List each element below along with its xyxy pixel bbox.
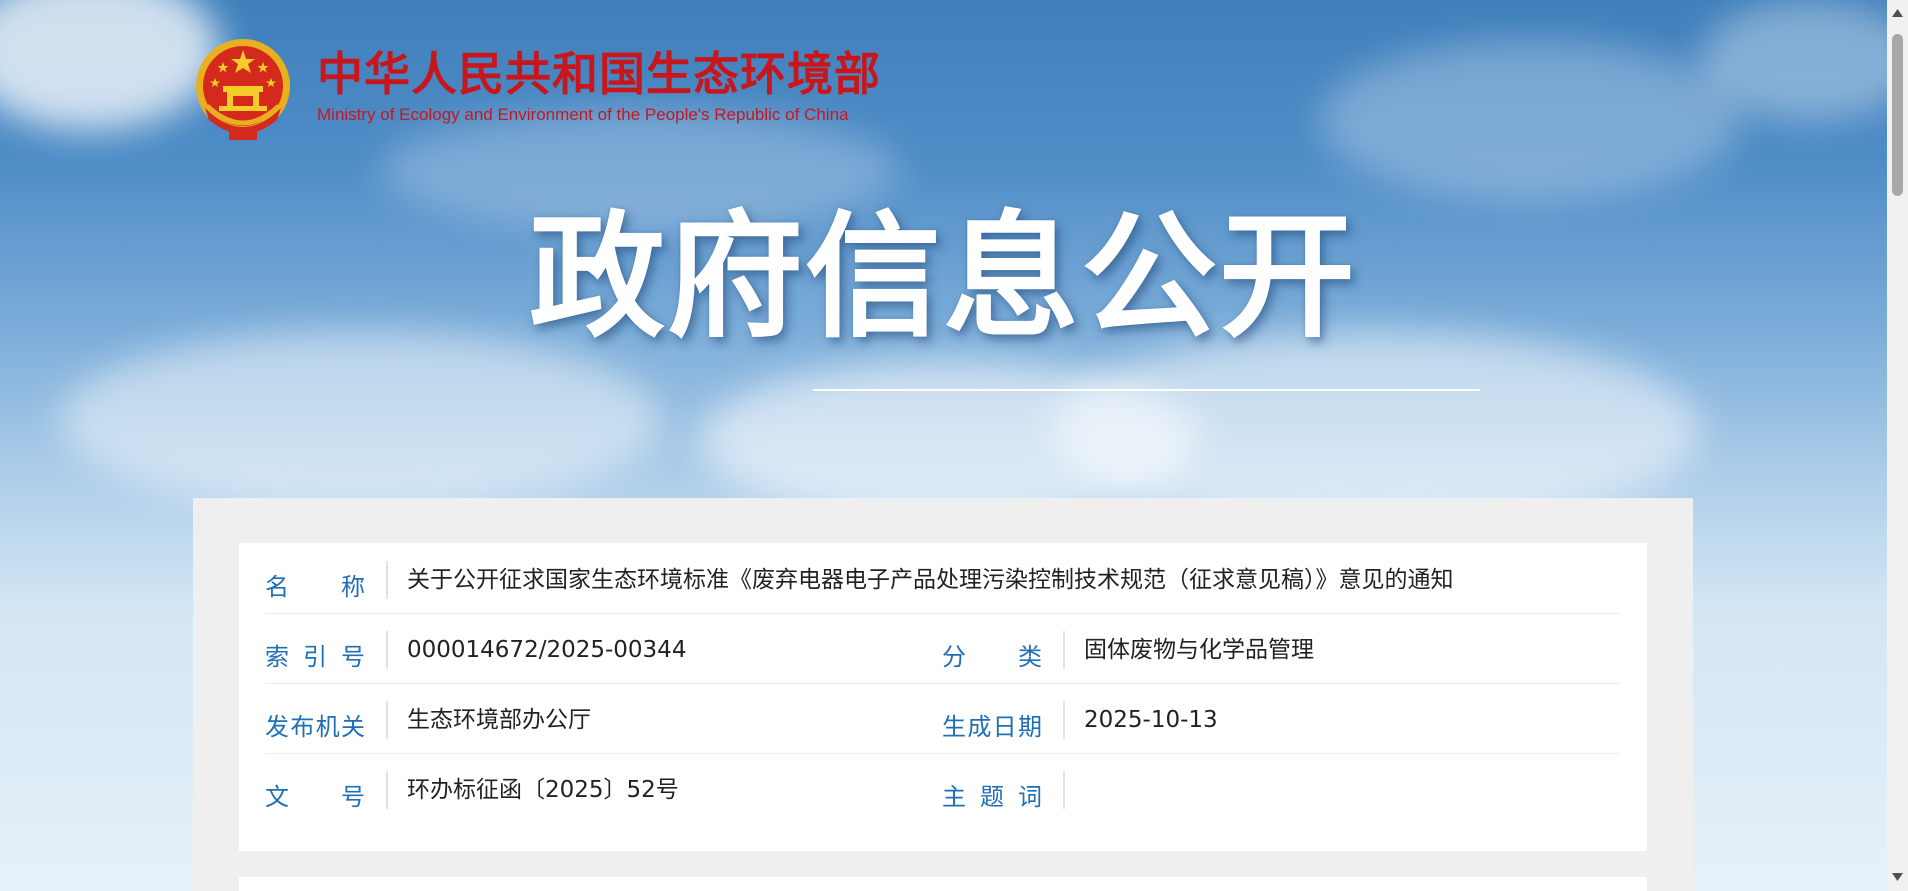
label-separator xyxy=(386,701,388,739)
info-label-index-no: 索引号 xyxy=(265,643,365,671)
site-name-en[interactable]: Ministry of Ecology and Environment of t… xyxy=(317,105,848,125)
content-frame: 名 称 关于公开征求国家生态环境标准《废弃电器电子产品处理污染控制技术规范（征求… xyxy=(193,498,1693,891)
page: 中华人民共和国生态环境部 Ministry of Ecology and Env… xyxy=(0,0,1908,891)
national-emblem-icon[interactable] xyxy=(193,36,293,144)
info-label-keywords: 主题词 xyxy=(942,783,1042,811)
info-row-index: 索引号 000014672/2025-00344 分 类 固体废物与化学品管理 xyxy=(265,613,1620,684)
cloud-decoration xyxy=(1700,0,1908,120)
cloud-decoration xyxy=(700,360,1200,520)
info-label-issuer: 发布机关 xyxy=(265,713,365,741)
info-row-name: 名 称 关于公开征求国家生态环境标准《废弃电器电子产品处理污染控制技术规范（征求… xyxy=(265,543,1620,614)
label-separator xyxy=(1063,631,1065,669)
banner-divider xyxy=(813,389,1480,391)
document-info-table: 名 称 关于公开征求国家生态环境标准《废弃电器电子产品处理污染控制技术规范（征求… xyxy=(239,543,1647,851)
info-value-issuer: 生态环境部办公厅 xyxy=(407,707,591,733)
label-separator xyxy=(1063,701,1065,739)
cloud-decoration xyxy=(1320,40,1740,200)
cloud-decoration xyxy=(0,0,220,130)
info-label-date: 生成日期 xyxy=(942,713,1042,741)
label-separator xyxy=(386,771,388,809)
label-separator xyxy=(1063,771,1065,809)
info-label-category: 分 类 xyxy=(942,643,1042,671)
scroll-down-arrow-icon[interactable] xyxy=(1887,868,1908,885)
content-card xyxy=(239,877,1647,891)
vertical-scrollbar[interactable] xyxy=(1887,0,1908,891)
info-value-index-no: 000014672/2025-00344 xyxy=(407,637,687,663)
info-label-name: 名 称 xyxy=(265,573,365,601)
info-row-doc-no: 文 号 环办标征函〔2025〕52号 主题词 xyxy=(265,753,1620,823)
info-value-doc-no: 环办标征函〔2025〕52号 xyxy=(407,777,679,803)
info-value-category: 固体废物与化学品管理 xyxy=(1084,637,1314,663)
info-value-name: 关于公开征求国家生态环境标准《废弃电器电子产品处理污染控制技术规范（征求意见稿）… xyxy=(407,567,1454,593)
site-name-cn[interactable]: 中华人民共和国生态环境部 xyxy=(317,46,881,102)
info-row-issuer: 发布机关 生态环境部办公厅 生成日期 2025-10-13 xyxy=(265,683,1620,754)
scroll-up-arrow-icon[interactable] xyxy=(1887,5,1908,22)
info-value-date: 2025-10-13 xyxy=(1084,707,1218,733)
label-separator xyxy=(386,631,388,669)
label-separator xyxy=(386,561,388,599)
scrollbar-thumb[interactable] xyxy=(1892,34,1903,196)
banner-title: 政府信息公开 xyxy=(529,199,1357,357)
info-label-doc-no: 文 号 xyxy=(265,783,365,811)
